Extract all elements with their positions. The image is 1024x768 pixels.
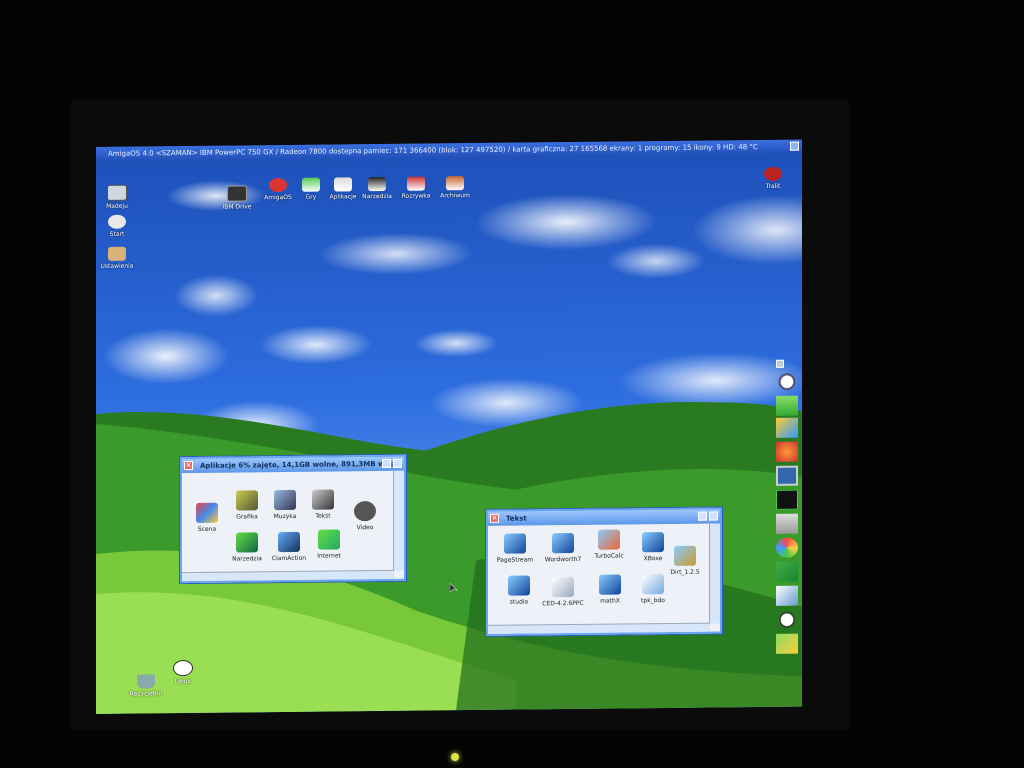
desktop-icon-start[interactable]: Start <box>96 214 142 239</box>
terminal-icon[interactable] <box>776 489 798 510</box>
search-icon[interactable] <box>776 609 798 630</box>
picture-icon[interactable] <box>776 395 798 416</box>
graphics-icon[interactable] <box>776 585 798 606</box>
close-icon[interactable]: × <box>490 513 499 523</box>
amiga-desktop[interactable]: AmigaOS 4.0 <SZAMAN> IBM PowerPC 750 GX … <box>96 139 802 715</box>
iconify-icon[interactable] <box>382 458 391 469</box>
cube-icon <box>598 529 620 550</box>
icon-video[interactable]: Video <box>340 501 390 532</box>
monitor-icon[interactable] <box>776 465 798 486</box>
calculator-icon[interactable] <box>776 513 798 534</box>
icon-internet[interactable]: Internet <box>304 529 354 560</box>
power-led <box>451 753 459 761</box>
magnify-icon[interactable] <box>776 633 798 654</box>
close-icon[interactable]: × <box>184 460 193 471</box>
cube-icon <box>599 574 621 595</box>
desktop-icon-archiwum[interactable]: Archiwum <box>430 176 480 200</box>
tools-icon <box>236 532 258 553</box>
drive-icon <box>107 184 127 201</box>
cube-icon <box>552 532 574 554</box>
desktop-icon-tralit[interactable]: Tralit <box>748 166 798 191</box>
cube-icon <box>504 533 526 554</box>
cd-icon[interactable] <box>776 537 798 558</box>
window-title: Aplikacje 6% zajęte, 14,1GB wolne, 891,3… <box>200 459 401 470</box>
paint-icon[interactable] <box>776 441 798 462</box>
scene-icon <box>196 502 218 523</box>
window-title: Tekst <box>506 514 527 523</box>
desktop-icon-ustawienia[interactable]: Ustawienia <box>96 246 142 271</box>
cube-icon <box>508 575 530 596</box>
depth-icon[interactable] <box>393 458 402 468</box>
window-aplikacje[interactable]: × Aplikacje 6% zajęte, 14,1GB wolne, 891… <box>180 454 406 584</box>
cow-icon <box>108 214 126 229</box>
icon-tpk-bdo[interactable]: tpk_bdo <box>628 574 678 605</box>
cube-icon <box>674 545 696 566</box>
drawer-icon <box>236 490 258 511</box>
vertical-scrollbar[interactable] <box>393 470 404 571</box>
drawer-icon <box>312 489 334 510</box>
horizontal-scrollbar[interactable] <box>488 622 710 634</box>
penguin-icon <box>173 659 193 677</box>
drawer-icon <box>334 177 352 192</box>
video-icon <box>354 501 376 522</box>
depth-icon[interactable] <box>776 359 784 368</box>
ladybug-icon <box>764 166 782 182</box>
window-tekst[interactable]: × Tekst PageStream Wordworth7 TurboCalc … <box>486 507 722 636</box>
globe-icon <box>318 529 340 550</box>
screen-depth-icon[interactable] <box>790 141 799 151</box>
window-contents: Scena Grafika Muzyka Tekst Video Narzedz… <box>182 471 394 573</box>
icon-wordworth7[interactable]: Wordworth7 <box>538 532 588 564</box>
desktop-icon-madeju[interactable]: Madeju <box>96 184 142 211</box>
icon-pagestream[interactable]: PageStream <box>490 533 540 564</box>
drawer-icon <box>368 176 386 192</box>
clock-icon[interactable] <box>776 371 798 392</box>
amiga-icon <box>269 177 287 193</box>
icon-studio[interactable]: studio <box>494 575 544 606</box>
depth-icon[interactable] <box>709 511 718 521</box>
window-contents: PageStream Wordworth7 TurboCalc XBoxe Di… <box>488 524 710 626</box>
mouse-pointer-icon <box>450 583 458 593</box>
icon-dirt[interactable]: Dirt_1.2.5 <box>660 545 710 577</box>
package-icon[interactable] <box>776 561 798 582</box>
vertical-scrollbar[interactable] <box>709 523 720 624</box>
doc-icon <box>642 574 664 595</box>
desktop-icon-linux[interactable]: Linux <box>158 659 208 686</box>
chip-icon <box>227 185 247 202</box>
cube-icon <box>278 531 300 553</box>
amidock <box>776 359 800 700</box>
drawer-icon <box>446 176 464 191</box>
drawer-icon <box>274 489 296 511</box>
drawer-icon <box>407 176 425 191</box>
iconify-icon[interactable] <box>698 511 707 521</box>
icon-turbocalc[interactable]: TurboCalc <box>584 529 634 560</box>
folder-icon[interactable] <box>776 417 798 438</box>
pen-icon <box>552 576 574 598</box>
icon-ced[interactable]: CED-4.2.6PPC <box>538 576 588 608</box>
horizontal-scrollbar[interactable] <box>182 569 394 582</box>
prefs-icon <box>108 246 126 261</box>
trash-icon <box>137 674 155 689</box>
